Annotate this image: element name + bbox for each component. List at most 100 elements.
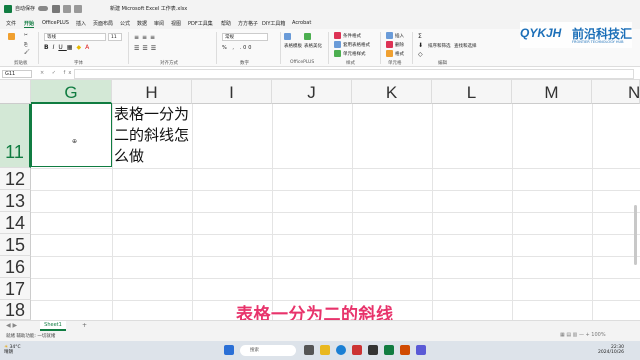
row-header-11[interactable]: 11 — [0, 104, 31, 168]
menu-file[interactable]: 文件 — [6, 20, 16, 27]
find-select-button[interactable]: 查找和选择 — [454, 43, 477, 49]
paste-button[interactable] — [8, 33, 17, 40]
column-header-g[interactable]: G — [31, 80, 112, 104]
fill-color-icon[interactable]: ◆ — [76, 44, 85, 51]
system-tray-clock[interactable]: 22:30 2024/10/26 — [598, 345, 624, 355]
menu-insert[interactable]: 插入 — [76, 20, 86, 27]
redo-icon[interactable] — [74, 4, 83, 13]
grid-line — [31, 278, 640, 279]
copy-icon[interactable]: ⎘ — [24, 42, 28, 48]
windows-taskbar: ☀ 34°C 晴朗 搜索 22:30 2024/10/26 — [0, 341, 640, 360]
autosave-toggle[interactable] — [38, 6, 49, 11]
align-horizontal-buttons[interactable]: ☰☰☰ — [134, 45, 159, 52]
excel-taskbar-icon[interactable] — [384, 345, 394, 355]
font-name-select[interactable]: 等线 — [44, 33, 106, 41]
vertical-scrollbar[interactable] — [633, 105, 637, 275]
app-icon-2[interactable] — [368, 345, 378, 355]
name-box[interactable]: G11 — [2, 70, 32, 78]
fill-icon[interactable]: ⬇ — [418, 42, 423, 49]
paste-icon — [8, 33, 15, 40]
font-color-icon[interactable]: A — [85, 44, 93, 51]
clock-date: 2024/10/26 — [598, 350, 624, 355]
sheet-tab-sheet1[interactable]: Sheet1 — [40, 321, 66, 331]
file-explorer-icon[interactable] — [320, 345, 330, 355]
row-header-14[interactable]: 14 — [0, 212, 31, 234]
formula-input[interactable] — [74, 69, 634, 79]
menu-fangfanggezi[interactable]: 方方格子 — [238, 20, 258, 27]
logo-subtitle: FRONTIER TECHNOLOGY HUB — [572, 40, 624, 44]
sheet-nav-arrows-icon[interactable]: ◀ ▶ — [6, 322, 17, 329]
app-icon[interactable] — [352, 345, 362, 355]
align-top-buttons[interactable]: ≡≡≡ — [134, 34, 158, 41]
menu-review[interactable]: 审阅 — [154, 20, 164, 27]
cell-h11-text[interactable]: 表格一分为二的斜线怎么做 — [114, 104, 190, 167]
group-clipboard-label: 剪贴板 — [14, 61, 28, 66]
table-template-button[interactable] — [284, 33, 293, 40]
table-beautify-button[interactable] — [304, 33, 313, 40]
format-cells-button[interactable]: 格式 — [386, 50, 404, 57]
formula-buttons[interactable]: × ✓ fx — [40, 70, 74, 76]
autosum-icon[interactable]: Σ — [418, 33, 422, 40]
ribbon-divider — [328, 32, 329, 64]
conditional-format-button[interactable]: 条件格式 — [334, 32, 361, 39]
menu-diy-toolbox[interactable]: DIY工具箱 — [262, 20, 285, 27]
column-header-l[interactable]: L — [432, 80, 512, 104]
app-icon-4[interactable] — [416, 345, 426, 355]
window-title: 新建 Microsoft Excel 工作表.xlsx — [110, 6, 188, 12]
insert-cells-icon — [386, 32, 393, 39]
bold-button[interactable]: B — [44, 44, 53, 51]
cell-styles-button[interactable]: 单元格样式 — [334, 50, 366, 57]
font-size-select[interactable]: 11 — [108, 33, 122, 41]
add-sheet-icon[interactable]: + — [82, 322, 87, 329]
number-format-select[interactable]: 常规 — [222, 33, 268, 41]
insert-cells-button[interactable]: 插入 — [386, 32, 404, 39]
row-header-17[interactable]: 17 — [0, 278, 31, 300]
status-bar: 就绪 辅助功能: 一切就绪 ▦ ▤ ▥ — + 100% — [0, 331, 640, 341]
format-as-table-button[interactable]: 套用表格格式 — [334, 41, 370, 48]
border-icon[interactable]: ▦ — [67, 44, 77, 51]
view-mode-icons[interactable]: ▦ ▤ ▥ — + 100% — [560, 332, 606, 338]
taskbar-search[interactable]: 搜索 — [240, 345, 296, 356]
formula-bar: G11 × ✓ fx — [0, 68, 640, 80]
row-header-13[interactable]: 13 — [0, 190, 31, 212]
menu-formulas[interactable]: 公式 — [120, 20, 130, 27]
number-format-buttons[interactable]: % , .00 — [222, 45, 253, 51]
row-header-12[interactable]: 12 — [0, 168, 31, 190]
column-header-h[interactable]: H — [112, 80, 192, 104]
column-header-m[interactable]: M — [512, 80, 592, 104]
browser-icon[interactable] — [336, 345, 346, 355]
active-cell-g11[interactable] — [31, 103, 112, 167]
column-header-j[interactable]: J — [272, 80, 352, 104]
weather-widget[interactable]: ☀ 34°C 晴朗 — [4, 345, 21, 355]
scrollbar-thumb[interactable] — [634, 205, 637, 265]
menu-pdf-tools[interactable]: PDF工具集 — [188, 20, 213, 27]
group-officeplus-label: OfficePLUS — [290, 60, 315, 65]
row-header-15[interactable]: 15 — [0, 234, 31, 256]
save-icon[interactable] — [52, 4, 61, 13]
menu-home[interactable]: 开始 — [24, 20, 35, 28]
row-header-18[interactable]: 18 — [0, 300, 31, 320]
undo-icon[interactable] — [63, 4, 72, 13]
format-painter-icon[interactable]: 🖌 — [24, 50, 30, 55]
menu-data[interactable]: 数据 — [137, 20, 147, 27]
menu-page-layout[interactable]: 页面布局 — [93, 20, 113, 27]
table-beautify-label: 表格美化 — [304, 44, 322, 49]
cut-icon[interactable]: ✂ — [24, 33, 28, 38]
select-all-corner[interactable] — [0, 80, 31, 104]
app-icon-3[interactable] — [400, 345, 410, 355]
column-header-n[interactable]: N — [592, 80, 640, 104]
column-header-k[interactable]: K — [352, 80, 432, 104]
underline-button[interactable]: U — [58, 44, 66, 51]
row-header-16[interactable]: 16 — [0, 256, 31, 278]
delete-cells-button[interactable]: 删除 — [386, 41, 404, 48]
column-header-i[interactable]: I — [192, 80, 272, 104]
task-view-icon[interactable] — [304, 345, 314, 355]
menu-acrobat[interactable]: Acrobat — [292, 20, 311, 26]
menu-view[interactable]: 视图 — [171, 20, 181, 27]
windows-start-icon[interactable] — [224, 345, 234, 355]
menu-help[interactable]: 帮助 — [221, 20, 231, 27]
status-text: 就绪 辅助功能: 一切就绪 — [6, 334, 56, 339]
clear-icon[interactable]: ◇ — [418, 51, 423, 58]
menu-officeplus[interactable]: OfficePLUS — [42, 20, 69, 26]
sort-filter-button[interactable]: 排序和筛选 — [428, 43, 451, 49]
